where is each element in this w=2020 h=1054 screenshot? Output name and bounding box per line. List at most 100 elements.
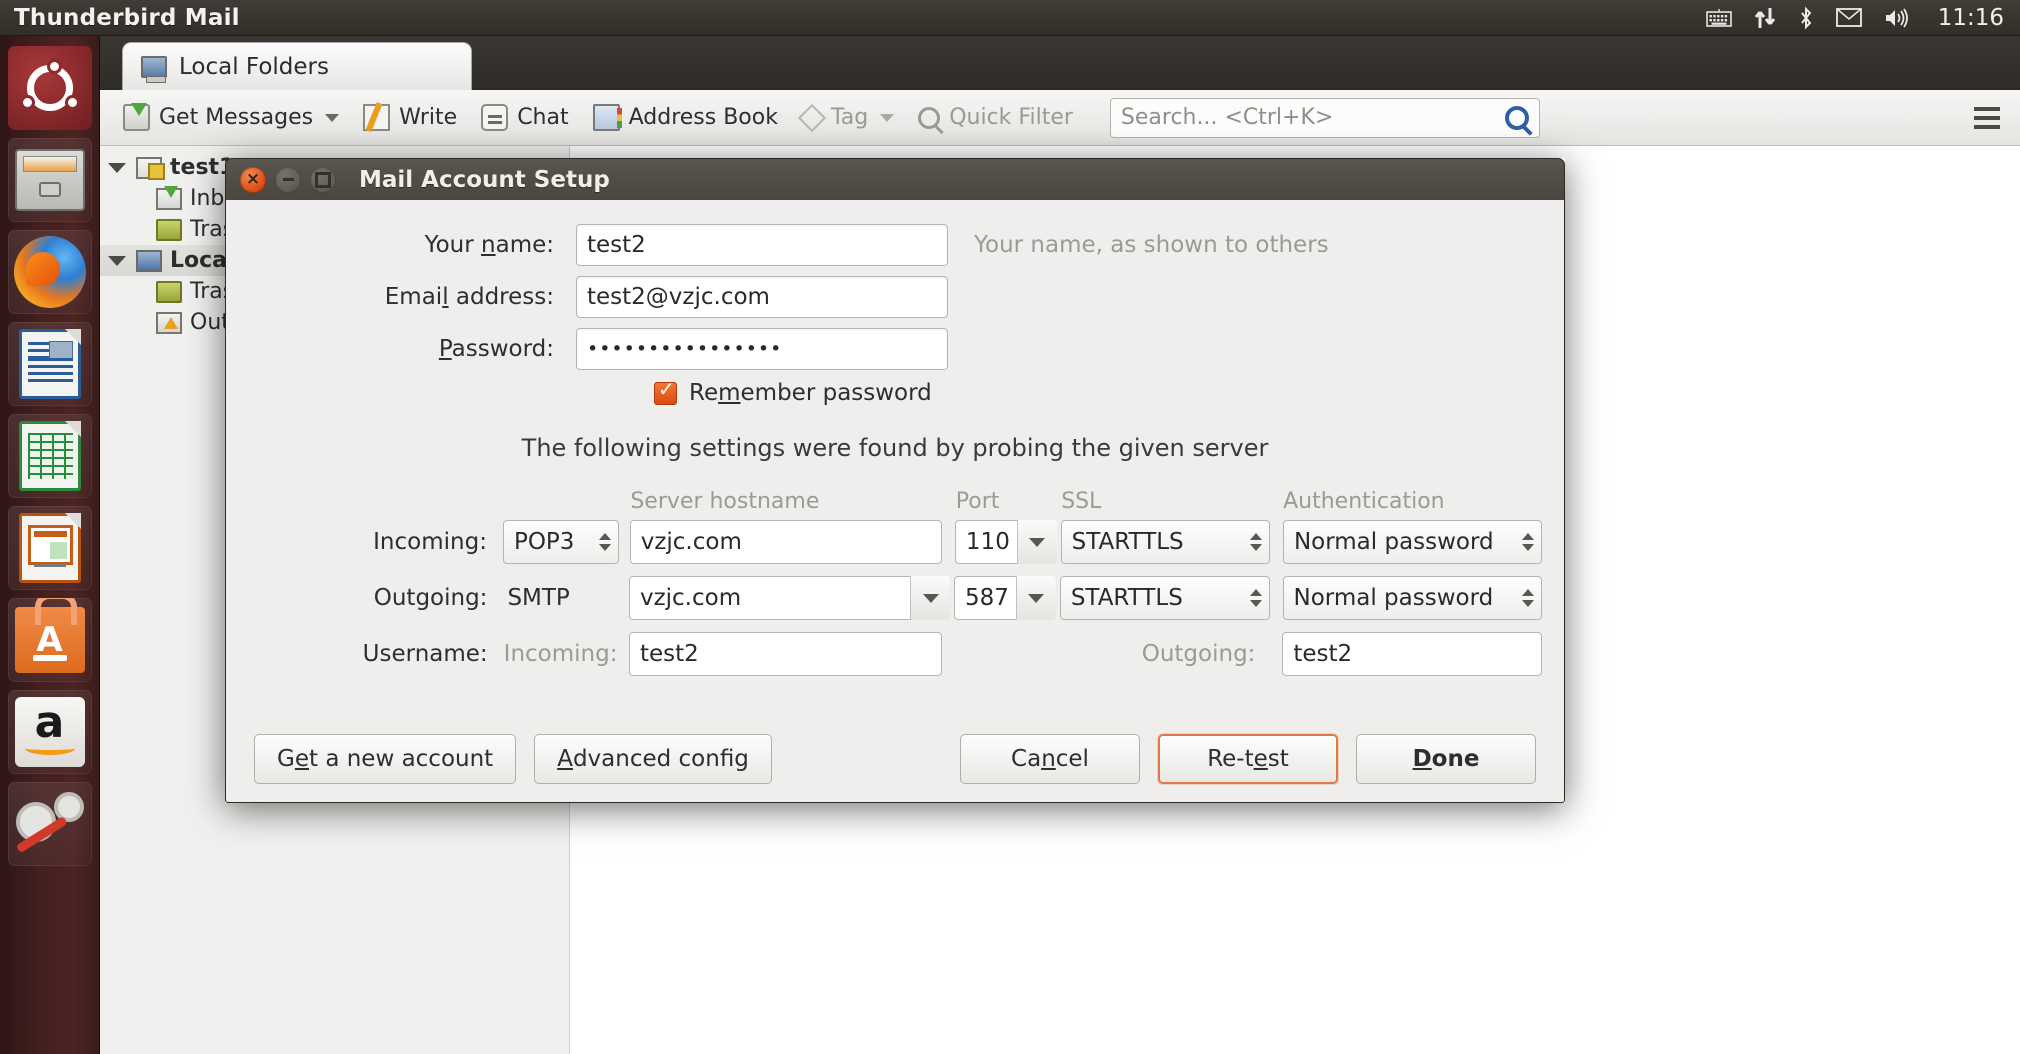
chevron-down-icon[interactable] xyxy=(910,576,950,620)
unity-top-panel: Thunderbird Mail 11:16 xyxy=(0,0,2020,36)
password-label: Password: xyxy=(226,336,576,362)
expand-triangle-icon[interactable] xyxy=(108,163,126,173)
impress-presentation-icon xyxy=(19,513,81,583)
outgoing-hostname-combo[interactable]: vzjc.com xyxy=(629,576,941,620)
maximize-window-button[interactable] xyxy=(310,167,336,193)
stepper-arrows-icon[interactable] xyxy=(1522,533,1534,551)
launcher-item-libreoffice-writer[interactable] xyxy=(8,322,92,406)
probe-status-message: The following settings were found by pro… xyxy=(226,434,1564,462)
stepper-arrows-icon[interactable] xyxy=(1250,533,1262,551)
outgoing-auth-select[interactable]: Normal password xyxy=(1283,576,1543,620)
retest-button[interactable]: Re-test xyxy=(1158,734,1338,784)
remember-password-checkbox[interactable] xyxy=(654,382,677,405)
app-menu-button[interactable] xyxy=(1974,107,2006,129)
firefox-icon xyxy=(14,236,86,308)
outgoing-label: Outgoing: xyxy=(226,585,503,611)
server-settings-table: Server hostname Port SSL Authentication … xyxy=(226,488,1564,676)
username-incoming-input[interactable]: test2 xyxy=(629,632,942,676)
get-new-account-button[interactable]: Get a new account xyxy=(254,734,516,784)
stepper-arrows-icon[interactable] xyxy=(1250,589,1262,607)
search-placeholder: Search... <Ctrl+K> xyxy=(1121,105,1505,130)
stepper-arrows-icon[interactable] xyxy=(599,533,611,551)
chevron-down-icon[interactable] xyxy=(325,114,339,122)
username-label: Username: xyxy=(226,641,504,667)
incoming-protocol-select[interactable]: POP3 xyxy=(503,520,619,564)
chevron-down-icon[interactable] xyxy=(1016,576,1056,620)
gear-wrench-icon xyxy=(14,788,86,860)
incoming-port-input[interactable]: 110 xyxy=(955,520,1048,564)
writer-document-icon xyxy=(19,329,81,399)
incoming-label: Incoming: xyxy=(226,529,503,555)
dialog-titlebar[interactable]: × Mail Account Setup xyxy=(225,158,1565,200)
column-header-hostname: Server hostname xyxy=(630,489,943,514)
field-row-your-name: Your name: test2 Your name, as shown to … xyxy=(226,224,1564,266)
launcher-item-files[interactable] xyxy=(8,138,92,222)
computer-icon xyxy=(141,56,167,78)
settings-column-headers: Server hostname Port SSL Authentication xyxy=(226,488,1542,514)
network-icon[interactable] xyxy=(1754,6,1776,30)
incoming-hostname-input[interactable]: vzjc.com xyxy=(630,520,942,564)
chevron-down-icon[interactable] xyxy=(880,114,894,122)
tag-label: Tag xyxy=(831,105,868,130)
settings-row-outgoing: Outgoing: SMTP vzjc.com 587 STARTTLS xyxy=(226,576,1542,620)
mail-account-setup-dialog: × Mail Account Setup Your name: test2 Yo… xyxy=(225,158,1565,803)
calc-spreadsheet-icon xyxy=(19,421,81,491)
tag-button[interactable]: Tag xyxy=(793,101,903,134)
username-outgoing-label: Outgoing: xyxy=(1060,641,1269,667)
magnifier-icon xyxy=(918,107,940,129)
email-address-label: Email address: xyxy=(226,284,576,310)
stepper-arrows-icon[interactable] xyxy=(1522,589,1534,607)
cancel-button[interactable]: Cancel xyxy=(960,734,1140,784)
download-inbox-icon xyxy=(123,104,150,131)
remember-password-row[interactable]: Remember password xyxy=(654,380,1564,406)
minimize-window-button[interactable] xyxy=(275,167,301,193)
expand-triangle-icon[interactable] xyxy=(108,256,126,266)
desktop-screen: Thunderbird Mail 11:16 xyxy=(0,0,2020,1054)
launcher-item-libreoffice-impress[interactable] xyxy=(8,506,92,590)
tab-local-folders[interactable]: Local Folders xyxy=(122,42,472,90)
quick-filter-label: Quick Filter xyxy=(949,105,1073,130)
advanced-config-button[interactable]: Advanced config xyxy=(534,734,772,784)
file-cabinet-icon xyxy=(15,149,85,211)
address-book-button[interactable]: Address Book xyxy=(584,100,787,135)
outgoing-port-input[interactable]: 587 xyxy=(954,576,1047,620)
main-toolbar: Get Messages Write Chat Address Book Tag xyxy=(100,90,2020,146)
column-header-ssl: SSL xyxy=(1061,489,1270,514)
done-button[interactable]: Done xyxy=(1356,734,1536,784)
panel-indicator-area: 11:16 xyxy=(1706,5,2020,31)
write-button[interactable]: Write xyxy=(354,100,466,135)
launcher-item-amazon[interactable]: a xyxy=(8,690,92,774)
panel-clock[interactable]: 11:16 xyxy=(1932,5,2010,31)
your-name-input[interactable]: test2 xyxy=(576,224,948,266)
address-book-label: Address Book xyxy=(629,105,778,130)
outgoing-ssl-select[interactable]: STARTTLS xyxy=(1060,576,1270,620)
incoming-auth-select[interactable]: Normal password xyxy=(1283,520,1542,564)
launcher-item-libreoffice-calc[interactable] xyxy=(8,414,92,498)
incoming-ssl-select[interactable]: STARTTLS xyxy=(1061,520,1270,564)
volume-icon[interactable] xyxy=(1884,7,1910,29)
inbox-icon xyxy=(156,188,182,210)
keyboard-icon[interactable] xyxy=(1706,8,1732,27)
chat-label: Chat xyxy=(517,105,568,130)
outbox-icon xyxy=(156,312,182,334)
settings-row-username: Username: Incoming: test2 Outgoing: test… xyxy=(226,632,1542,676)
chevron-down-icon[interactable] xyxy=(1017,520,1057,564)
search-input[interactable]: Search... <Ctrl+K> xyxy=(1110,98,1540,138)
bluetooth-icon[interactable] xyxy=(1798,6,1814,30)
panel-app-title: Thunderbird Mail xyxy=(14,5,240,31)
search-icon[interactable] xyxy=(1505,106,1529,130)
close-window-button[interactable]: × xyxy=(240,167,266,193)
username-outgoing-input[interactable]: test2 xyxy=(1282,632,1542,676)
chat-button[interactable]: Chat xyxy=(472,100,577,135)
email-address-input[interactable]: test2@vzjc.com xyxy=(576,276,948,318)
launcher-item-ubuntu-dash[interactable] xyxy=(8,46,92,130)
password-input[interactable]: •••••••••••••••• xyxy=(576,328,948,370)
quick-filter-button[interactable]: Quick Filter xyxy=(909,101,1082,134)
launcher-item-system-settings[interactable] xyxy=(8,782,92,866)
get-messages-button[interactable]: Get Messages xyxy=(114,100,348,135)
computer-icon xyxy=(136,250,162,272)
get-messages-label: Get Messages xyxy=(159,105,313,130)
launcher-item-firefox[interactable] xyxy=(8,230,92,314)
messaging-icon[interactable] xyxy=(1836,8,1862,27)
launcher-item-software-center[interactable]: A xyxy=(8,598,92,682)
